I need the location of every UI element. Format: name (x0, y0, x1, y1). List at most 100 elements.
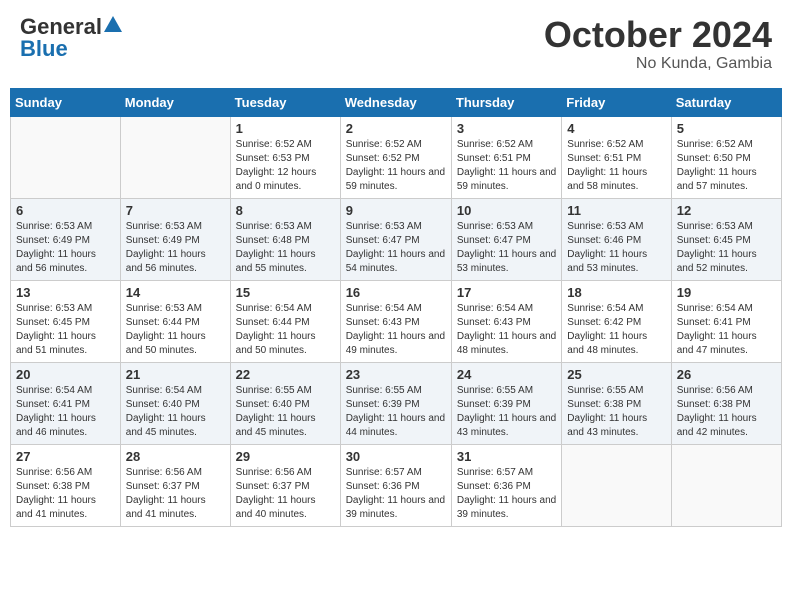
day-detail: Sunrise: 6:54 AM Sunset: 6:41 PM Dayligh… (677, 302, 776, 358)
calendar-week-row: 6 Sunrise: 6:53 AM Sunset: 6:49 PM Daylig… (11, 198, 782, 280)
day-detail: Sunrise: 6:52 AM Sunset: 6:52 PM Dayligh… (346, 138, 446, 194)
day-detail: Sunrise: 6:53 AM Sunset: 6:45 PM Dayligh… (16, 302, 115, 358)
day-detail: Sunrise: 6:54 AM Sunset: 6:44 PM Dayligh… (236, 302, 335, 358)
day-detail: Sunrise: 6:53 AM Sunset: 6:45 PM Dayligh… (677, 220, 776, 276)
day-detail: Sunrise: 6:55 AM Sunset: 6:38 PM Dayligh… (567, 384, 665, 440)
day-number: 15 (236, 285, 335, 300)
day-number: 27 (16, 449, 115, 464)
day-detail: Sunrise: 6:54 AM Sunset: 6:41 PM Dayligh… (16, 384, 115, 440)
calendar-cell: 2 Sunrise: 6:52 AM Sunset: 6:52 PM Daylig… (340, 116, 451, 198)
day-number: 26 (677, 367, 776, 382)
calendar-week-row: 1 Sunrise: 6:52 AM Sunset: 6:53 PM Daylig… (11, 116, 782, 198)
day-detail: Sunrise: 6:52 AM Sunset: 6:51 PM Dayligh… (567, 138, 665, 194)
day-detail: Sunrise: 6:56 AM Sunset: 6:37 PM Dayligh… (126, 466, 225, 522)
day-number: 18 (567, 285, 665, 300)
calendar-cell (562, 444, 671, 526)
logo-general-text: General (20, 16, 102, 38)
weekday-header-friday: Friday (562, 88, 671, 116)
logo-icon (104, 15, 122, 33)
day-number: 10 (457, 203, 556, 218)
calendar-week-row: 27Sunrise: 6:56 AM Sunset: 6:38 PM Dayli… (11, 444, 782, 526)
day-detail: Sunrise: 6:56 AM Sunset: 6:37 PM Dayligh… (236, 466, 335, 522)
calendar-cell (671, 444, 781, 526)
weekday-header-row: SundayMondayTuesdayWednesdayThursdayFrid… (11, 88, 782, 116)
day-detail: Sunrise: 6:57 AM Sunset: 6:36 PM Dayligh… (346, 466, 446, 522)
day-detail: Sunrise: 6:53 AM Sunset: 6:44 PM Dayligh… (126, 302, 225, 358)
calendar-cell: 12 Sunrise: 6:53 AM Sunset: 6:45 PM Dayli… (671, 198, 781, 280)
day-number: 8 (236, 203, 335, 218)
day-number: 20 (16, 367, 115, 382)
day-number: 9 (346, 203, 446, 218)
day-detail: Sunrise: 6:52 AM Sunset: 6:50 PM Dayligh… (677, 138, 776, 194)
calendar-cell: 18 Sunrise: 6:54 AM Sunset: 6:42 PM Dayli… (562, 280, 671, 362)
calendar-cell: 30Sunrise: 6:57 AM Sunset: 6:36 PM Dayli… (340, 444, 451, 526)
day-detail: Sunrise: 6:52 AM Sunset: 6:53 PM Dayligh… (236, 138, 335, 194)
day-number: 28 (126, 449, 225, 464)
calendar-cell: 17Sunrise: 6:54 AM Sunset: 6:43 PM Dayli… (451, 280, 561, 362)
day-number: 11 (567, 203, 665, 218)
day-number: 6 (16, 203, 115, 218)
calendar-cell (120, 116, 230, 198)
calendar-cell: 22 Sunrise: 6:55 AM Sunset: 6:40 PM Dayli… (230, 362, 340, 444)
day-number: 2 (346, 121, 446, 136)
day-number: 22 (236, 367, 335, 382)
day-number: 12 (677, 203, 776, 218)
weekday-header-sunday: Sunday (11, 88, 121, 116)
calendar-cell: 29 Sunrise: 6:56 AM Sunset: 6:37 PM Dayli… (230, 444, 340, 526)
day-number: 14 (126, 285, 225, 300)
day-number: 21 (126, 367, 225, 382)
day-detail: Sunrise: 6:53 AM Sunset: 6:49 PM Dayligh… (126, 220, 225, 276)
calendar-cell: 21 Sunrise: 6:54 AM Sunset: 6:40 PM Dayli… (120, 362, 230, 444)
title-block: October 2024 No Kunda, Gambia (544, 15, 772, 73)
day-detail: Sunrise: 6:54 AM Sunset: 6:40 PM Dayligh… (126, 384, 225, 440)
page-header: General Blue October 2024 No Kunda, Gamb… (10, 10, 782, 78)
day-detail: Sunrise: 6:55 AM Sunset: 6:39 PM Dayligh… (346, 384, 446, 440)
calendar-cell: 23 Sunrise: 6:55 AM Sunset: 6:39 PM Dayli… (340, 362, 451, 444)
day-number: 1 (236, 121, 335, 136)
day-detail: Sunrise: 6:54 AM Sunset: 6:43 PM Dayligh… (346, 302, 446, 358)
calendar-cell: 11 Sunrise: 6:53 AM Sunset: 6:46 PM Dayli… (562, 198, 671, 280)
day-number: 7 (126, 203, 225, 218)
day-number: 19 (677, 285, 776, 300)
logo: General Blue (20, 15, 122, 60)
day-number: 4 (567, 121, 665, 136)
day-detail: Sunrise: 6:57 AM Sunset: 6:36 PM Dayligh… (457, 466, 556, 522)
day-number: 23 (346, 367, 446, 382)
calendar-cell: 13 Sunrise: 6:53 AM Sunset: 6:45 PM Dayli… (11, 280, 121, 362)
calendar-cell: 1 Sunrise: 6:52 AM Sunset: 6:53 PM Daylig… (230, 116, 340, 198)
calendar-cell: 8Sunrise: 6:53 AM Sunset: 6:48 PM Daylig… (230, 198, 340, 280)
calendar-cell: 20 Sunrise: 6:54 AM Sunset: 6:41 PM Dayli… (11, 362, 121, 444)
weekday-header-monday: Monday (120, 88, 230, 116)
calendar-cell: 5 Sunrise: 6:52 AM Sunset: 6:50 PM Daylig… (671, 116, 781, 198)
weekday-header-thursday: Thursday (451, 88, 561, 116)
day-detail: Sunrise: 6:53 AM Sunset: 6:47 PM Dayligh… (457, 220, 556, 276)
day-detail: Sunrise: 6:53 AM Sunset: 6:49 PM Dayligh… (16, 220, 115, 276)
day-detail: Sunrise: 6:53 AM Sunset: 6:46 PM Dayligh… (567, 220, 665, 276)
day-detail: Sunrise: 6:54 AM Sunset: 6:43 PM Dayligh… (457, 302, 556, 358)
weekday-header-tuesday: Tuesday (230, 88, 340, 116)
day-detail: Sunrise: 6:53 AM Sunset: 6:47 PM Dayligh… (346, 220, 446, 276)
calendar-cell: 10 Sunrise: 6:53 AM Sunset: 6:47 PM Dayli… (451, 198, 561, 280)
calendar-cell: 9 Sunrise: 6:53 AM Sunset: 6:47 PM Daylig… (340, 198, 451, 280)
day-detail: Sunrise: 6:55 AM Sunset: 6:40 PM Dayligh… (236, 384, 335, 440)
calendar-cell: 26 Sunrise: 6:56 AM Sunset: 6:38 PM Dayli… (671, 362, 781, 444)
day-number: 24 (457, 367, 556, 382)
day-number: 13 (16, 285, 115, 300)
calendar-table: SundayMondayTuesdayWednesdayThursdayFrid… (10, 88, 782, 527)
day-detail: Sunrise: 6:56 AM Sunset: 6:38 PM Dayligh… (677, 384, 776, 440)
day-number: 29 (236, 449, 335, 464)
day-number: 31 (457, 449, 556, 464)
weekday-header-saturday: Saturday (671, 88, 781, 116)
calendar-cell: 4 Sunrise: 6:52 AM Sunset: 6:51 PM Daylig… (562, 116, 671, 198)
day-number: 5 (677, 121, 776, 136)
day-detail: Sunrise: 6:55 AM Sunset: 6:39 PM Dayligh… (457, 384, 556, 440)
calendar-cell: 15 Sunrise: 6:54 AM Sunset: 6:44 PM Dayli… (230, 280, 340, 362)
month-title: October 2024 (544, 15, 772, 55)
calendar-cell: 7 Sunrise: 6:53 AM Sunset: 6:49 PM Daylig… (120, 198, 230, 280)
calendar-cell: 24 Sunrise: 6:55 AM Sunset: 6:39 PM Dayli… (451, 362, 561, 444)
location: No Kunda, Gambia (544, 55, 772, 73)
calendar-cell: 16Sunrise: 6:54 AM Sunset: 6:43 PM Dayli… (340, 280, 451, 362)
day-detail: Sunrise: 6:54 AM Sunset: 6:42 PM Dayligh… (567, 302, 665, 358)
day-number: 25 (567, 367, 665, 382)
calendar-cell (11, 116, 121, 198)
